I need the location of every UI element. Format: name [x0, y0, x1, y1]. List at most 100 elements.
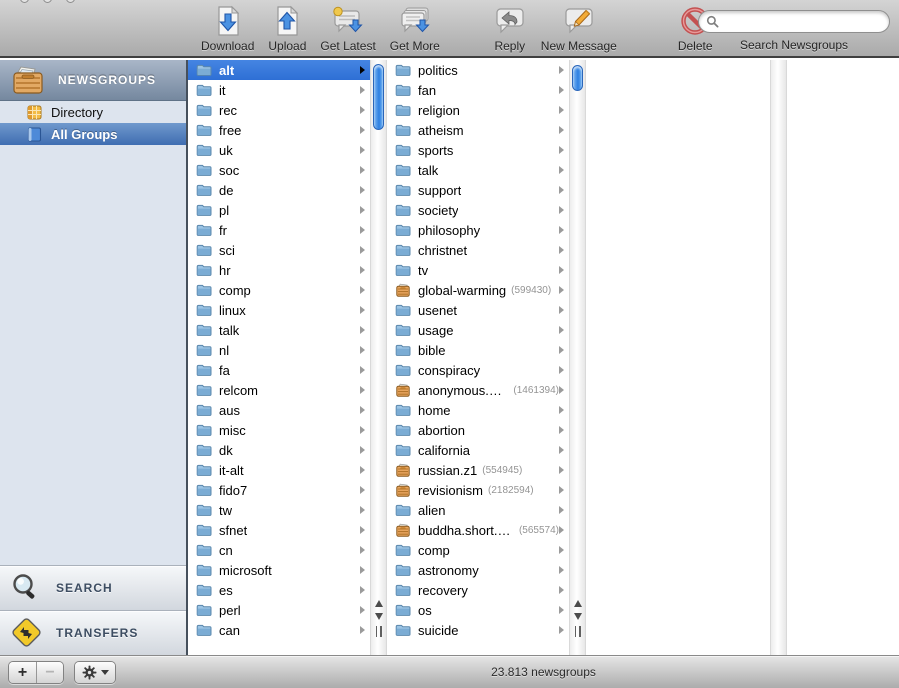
folder-row[interactable]: usage [387, 320, 569, 340]
folder-row[interactable]: support [387, 180, 569, 200]
newsgroup-icon [395, 522, 411, 538]
folder-row[interactable]: fido7 [188, 480, 370, 500]
folder-row[interactable]: atheism [387, 120, 569, 140]
folder-row[interactable]: os [387, 600, 569, 620]
close-button[interactable] [20, 0, 29, 3]
folder-row[interactable]: comp [387, 540, 569, 560]
minimize-button[interactable] [43, 0, 52, 3]
folder-row[interactable]: philosophy [387, 220, 569, 240]
zoom-button[interactable] [66, 0, 75, 3]
newsgroup-row[interactable]: buddha.short.f…(565574) [387, 520, 569, 540]
scrollbar-thumb[interactable] [373, 64, 384, 130]
row-label: abortion [418, 423, 465, 438]
folder-row[interactable]: free [188, 120, 370, 140]
scrollbar-thumb[interactable] [572, 65, 583, 91]
folder-row[interactable]: sci [188, 240, 370, 260]
chevron-right-icon [559, 286, 564, 294]
folder-row[interactable]: fr [188, 220, 370, 240]
folder-row[interactable]: tw [188, 500, 370, 520]
sidebar-item-directory[interactable]: Directory [0, 101, 186, 123]
folder-row[interactable]: talk [188, 320, 370, 340]
folder-row[interactable]: relcom [188, 380, 370, 400]
folder-row[interactable]: soc [188, 160, 370, 180]
folder-row[interactable]: sfnet [188, 520, 370, 540]
folder-icon [196, 482, 212, 498]
folder-row[interactable]: aus [188, 400, 370, 420]
download-button[interactable]: Download [201, 3, 254, 53]
folder-icon [395, 302, 411, 318]
column-resize-grip[interactable] [570, 626, 585, 638]
folder-row[interactable]: astronomy [387, 560, 569, 580]
toolbar-button-label: Download [201, 39, 254, 53]
search-input[interactable] [723, 15, 882, 29]
folder-row[interactable]: hr [188, 260, 370, 280]
row-label: religion [418, 103, 460, 118]
folder-row[interactable]: abortion [387, 420, 569, 440]
sidebar-section-transfers[interactable]: TRANSFERS [0, 610, 186, 655]
column-resize-grip[interactable] [371, 626, 386, 638]
sidebar-section-newsgroups[interactable]: NEWSGROUPS [0, 60, 186, 101]
chevron-right-icon [559, 206, 564, 214]
folder-row[interactable]: it-alt [188, 460, 370, 480]
scroll-up-arrow[interactable] [371, 597, 386, 610]
folder-row[interactable]: microsoft [188, 560, 370, 580]
folder-row[interactable]: can [188, 620, 370, 640]
newsgroup-row[interactable]: anonymous.m…(1461394) [387, 380, 569, 400]
actions-gear-button[interactable] [75, 662, 115, 683]
folder-row[interactable]: alien [387, 500, 569, 520]
newsgroup-row[interactable]: revisionism(2182594) [387, 480, 569, 500]
folder-row[interactable]: conspiracy [387, 360, 569, 380]
folder-row[interactable]: pl [188, 200, 370, 220]
folder-row[interactable]: suicide [387, 620, 569, 640]
folder-row[interactable]: talk [387, 160, 569, 180]
upload-icon [271, 3, 303, 37]
folder-row[interactable]: rec [188, 100, 370, 120]
folder-row[interactable]: tv [387, 260, 569, 280]
chevron-right-icon [360, 626, 365, 634]
scroll-up-arrow[interactable] [570, 597, 585, 610]
folder-row[interactable]: fan [387, 80, 569, 100]
folder-row[interactable]: linux [188, 300, 370, 320]
folder-row[interactable]: comp [188, 280, 370, 300]
folder-row[interactable]: dk [188, 440, 370, 460]
scroll-down-arrow[interactable] [570, 610, 585, 623]
folder-row[interactable]: es [188, 580, 370, 600]
folder-row[interactable]: misc [188, 420, 370, 440]
newsgroup-row[interactable]: russian.z1(554945) [387, 460, 569, 480]
folder-row[interactable]: bible [387, 340, 569, 360]
chevron-right-icon [360, 466, 365, 474]
folder-row[interactable]: perl [188, 600, 370, 620]
folder-row[interactable]: politics [387, 60, 569, 80]
folder-row[interactable]: usenet [387, 300, 569, 320]
get-more-button[interactable]: Get More [390, 3, 440, 53]
folder-row[interactable]: nl [188, 340, 370, 360]
sidebar-item-all-groups[interactable]: All Groups [0, 123, 186, 145]
get-latest-button[interactable]: Get Latest [320, 3, 375, 53]
sidebar-section-search[interactable]: SEARCH [0, 565, 186, 610]
folder-row[interactable]: recovery [387, 580, 569, 600]
folder-row[interactable]: alt [188, 60, 370, 80]
new-message-button[interactable]: New Message [541, 3, 617, 53]
column-2-scrollbar[interactable] [569, 60, 586, 655]
folder-row[interactable]: religion [387, 100, 569, 120]
upload-button[interactable]: Upload [268, 3, 306, 53]
folder-row[interactable]: uk [188, 140, 370, 160]
folder-row[interactable]: it [188, 80, 370, 100]
add-button[interactable]: + [9, 662, 36, 683]
newsgroup-row[interactable]: global-warming(599430) [387, 280, 569, 300]
reply-button[interactable]: Reply [493, 3, 527, 53]
folder-row[interactable]: christnet [387, 240, 569, 260]
folder-row[interactable]: sports [387, 140, 569, 160]
chevron-right-icon [559, 66, 564, 74]
scroll-down-arrow[interactable] [371, 610, 386, 623]
folder-row[interactable]: california [387, 440, 569, 460]
folder-row[interactable]: fa [188, 360, 370, 380]
folder-row[interactable]: home [387, 400, 569, 420]
folder-row[interactable]: de [188, 180, 370, 200]
remove-button[interactable]: − [36, 662, 63, 683]
folder-row[interactable]: cn [188, 540, 370, 560]
folder-row[interactable]: society [387, 200, 569, 220]
toolbar-button-label: Reply [494, 39, 525, 53]
column-1-scrollbar[interactable] [370, 60, 387, 655]
search-field[interactable] [698, 10, 890, 33]
